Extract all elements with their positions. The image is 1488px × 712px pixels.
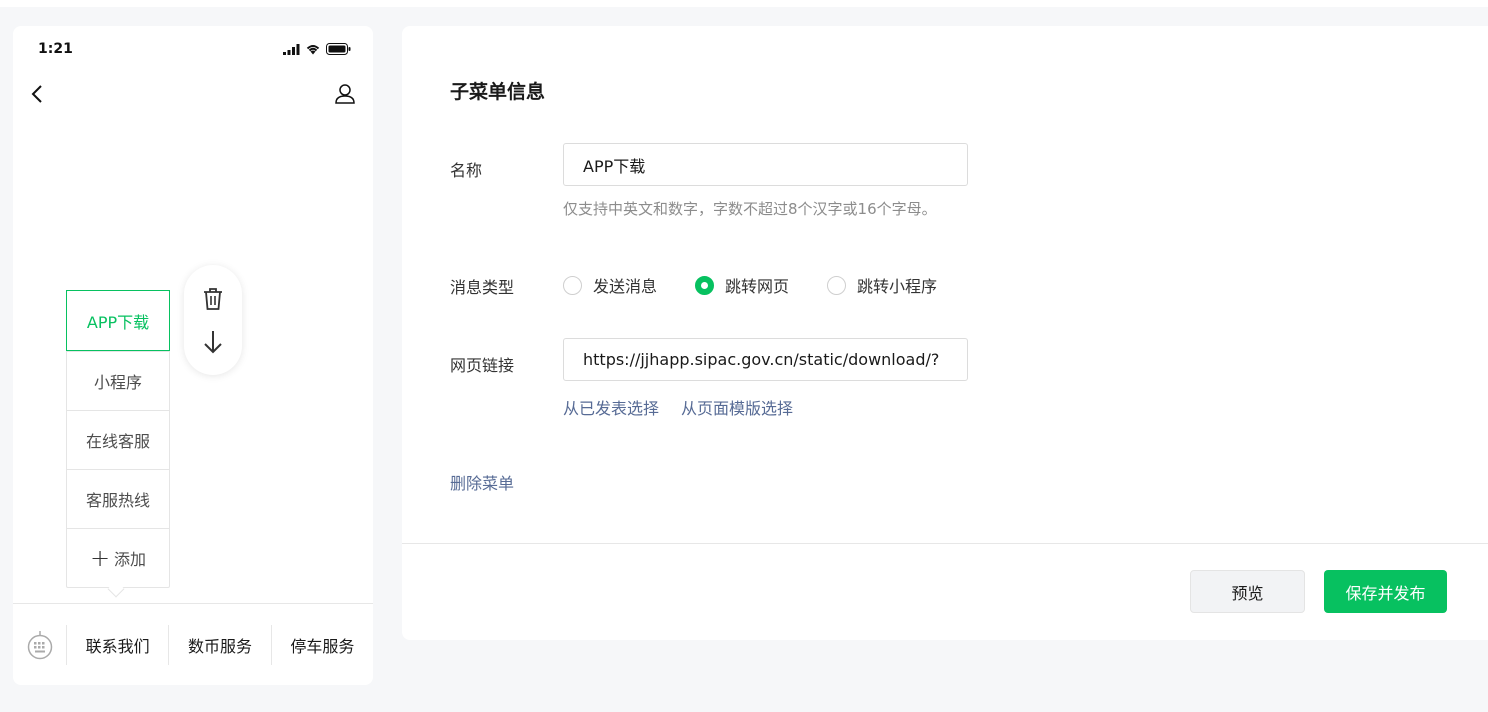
name-hint: 仅支持中英文和数字，字数不超过8个汉字或16个字母。 <box>563 200 937 218</box>
submenu-item-label: 在线客服 <box>85 432 150 451</box>
arrow-down-icon <box>204 330 222 353</box>
radio-circle-checked <box>695 275 715 295</box>
name-input[interactable] <box>563 143 968 186</box>
submenu-tools <box>184 265 242 375</box>
url-label: 网页链接 <box>450 356 515 375</box>
name-label: 名称 <box>450 161 483 180</box>
submenu-info-panel: 子菜单信息 名称 仅支持中英文和数字，字数不超过8个汉字或16个字母。 消息类型… <box>402 26 1488 640</box>
move-down-button[interactable] <box>199 328 227 356</box>
status-icons <box>283 43 351 55</box>
select-from-template-link[interactable]: 从页面模版选择 <box>681 395 793 419</box>
add-submenu-button[interactable]: + 添加 <box>67 528 169 587</box>
menu-tab-digital-currency[interactable]: 数币服务 <box>168 624 270 665</box>
submenu-item-app-download[interactable]: APP下载 <box>66 290 170 351</box>
battery-icon <box>326 43 351 55</box>
radio-label: 发送消息 <box>593 277 658 296</box>
radio-label: 跳转网页 <box>725 277 790 296</box>
submenu-item-label: APP下载 <box>86 312 150 332</box>
menu-tab-parking[interactable]: 停车服务 <box>270 624 373 665</box>
top-bar <box>0 0 1488 7</box>
url-input[interactable] <box>563 338 968 381</box>
delete-menu-link[interactable]: 删除菜单 <box>450 470 514 494</box>
menu-tab-label: 停车服务 <box>290 636 355 656</box>
trash-icon <box>204 287 222 310</box>
radio-label: 跳转小程序 <box>857 277 938 296</box>
menu-tab-label: 联系我们 <box>85 636 150 656</box>
keyboard-toggle[interactable] <box>13 630 66 660</box>
submenu-item-mini-program[interactable]: 小程序 <box>67 351 169 410</box>
message-type-label: 消息类型 <box>450 278 515 297</box>
submenu-item-online-service[interactable]: 在线客服 <box>67 410 169 469</box>
user-profile-icon[interactable] <box>333 82 357 106</box>
radio-jump-webpage[interactable]: 跳转网页 <box>695 273 789 297</box>
divider <box>402 543 1488 544</box>
status-time: 1:21 <box>38 41 73 57</box>
delete-submenu-button[interactable] <box>199 285 227 313</box>
bottom-menu-bar: 联系我们 数币服务 停车服务 <box>13 603 373 685</box>
submenu-list: APP下载 小程序 在线客服 客服热线 + 添加 <box>66 290 170 588</box>
url-source-links: 从已发表选择 从页面模版选择 <box>563 395 793 419</box>
add-submenu-label: 添加 <box>114 550 147 569</box>
radio-circle <box>563 275 582 295</box>
wifi-icon <box>306 45 320 55</box>
phone-preview: 1:21 APP下载 小程序 在线客服 客服热线 + 添加 联系我们 数币服务 停… <box>13 26 373 685</box>
signal-icon <box>283 43 300 55</box>
save-publish-button[interactable]: 保存并发布 <box>1324 570 1447 613</box>
keyboard-icon <box>27 630 52 659</box>
submenu-item-label: 客服热线 <box>85 491 150 510</box>
preview-button[interactable]: 预览 <box>1190 570 1305 613</box>
radio-jump-mini-program[interactable]: 跳转小程序 <box>827 273 937 297</box>
menu-tab-label: 数币服务 <box>187 636 252 656</box>
radio-send-message[interactable]: 发送消息 <box>563 273 657 297</box>
panel-title: 子菜单信息 <box>450 81 546 103</box>
back-chevron-icon[interactable] <box>27 82 47 106</box>
plus-icon: + <box>89 544 111 572</box>
radio-circle <box>827 275 847 295</box>
menu-tab-contact[interactable]: 联系我们 <box>66 624 168 665</box>
submenu-item-service-hotline[interactable]: 客服热线 <box>67 469 169 528</box>
submenu-item-label: 小程序 <box>93 373 142 392</box>
select-from-published-link[interactable]: 从已发表选择 <box>563 395 659 419</box>
message-type-radio-group: 发送消息 跳转网页 跳转小程序 <box>563 273 975 297</box>
